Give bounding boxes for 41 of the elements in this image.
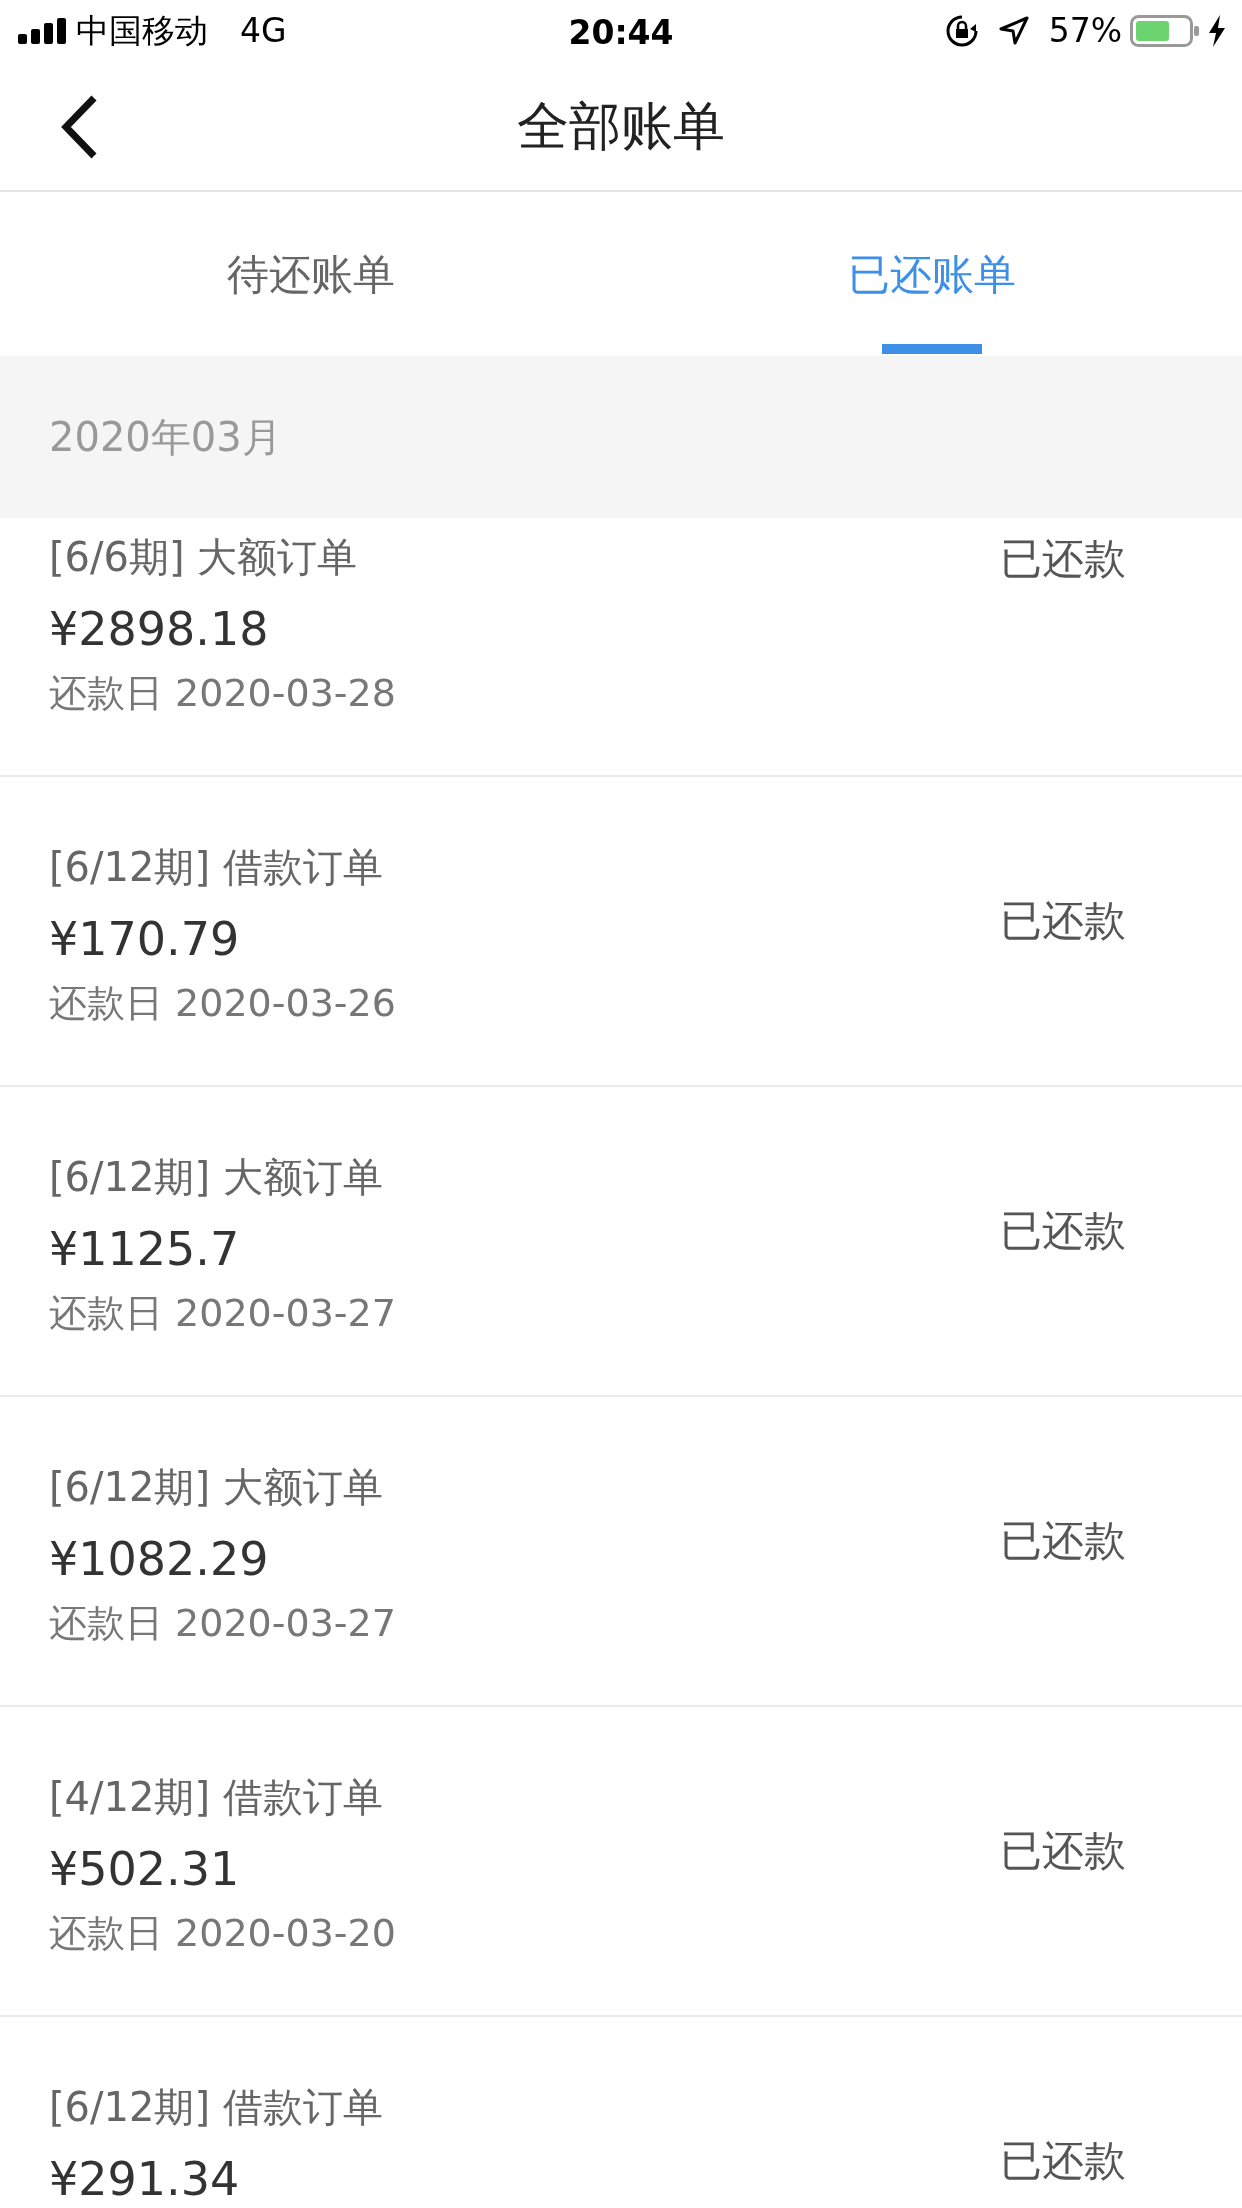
battery-percent: 57%	[1048, 10, 1122, 53]
bill-row[interactable]: [6/12期] 大额订单 ¥1082.29 还款日 2020-03-27 已还款	[0, 1397, 1242, 1707]
bill-amount: ¥502.31	[49, 1841, 241, 1898]
bill-amount: ¥1082.29	[49, 1531, 270, 1588]
bill-title: [4/12期] 借款订单	[49, 1773, 384, 1822]
due-date: 还款日 2020-03-27	[49, 1290, 396, 1337]
bill-amount: ¥2898.18	[49, 601, 270, 658]
bill-status: 已还款	[1000, 895, 1126, 947]
due-date: 还款日 2020-03-20	[49, 1910, 396, 1957]
bill-row[interactable]: [4/12期] 借款订单 ¥502.31 还款日 2020-03-20 已还款	[0, 1707, 1242, 2017]
bill-status: 已还款	[1000, 1515, 1126, 1567]
month-header: 2020年03月	[49, 413, 282, 462]
bill-title: [6/12期] 大额订单	[49, 1463, 384, 1512]
bill-amount: ¥170.79	[49, 911, 241, 968]
location-icon	[998, 16, 1029, 46]
page-title: 全部账单	[517, 95, 725, 158]
bill-amount: ¥291.34	[49, 2151, 241, 2208]
bill-row[interactable]: [6/12期] 借款订单 ¥291.34 已还款	[0, 2017, 1242, 2208]
bill-row[interactable]: [6/12期] 借款订单 ¥170.79 还款日 2020-03-26 已还款	[0, 777, 1242, 1087]
due-date: 还款日 2020-03-27	[49, 1600, 396, 1647]
bill-title: [6/12期] 借款订单	[49, 2083, 383, 2132]
battery-icon	[1130, 15, 1200, 47]
carrier-name: 中国移动	[76, 10, 208, 53]
tab[interactable]: 待还账单	[0, 192, 621, 356]
bill-status: 已还款	[1000, 533, 1126, 585]
bill-row[interactable]: [6/12期] 大额订单 ¥1125.7 还款日 2020-03-27 已还款	[0, 1087, 1242, 1397]
bill-status: 已还款	[1000, 1825, 1126, 1877]
network-type: 4G	[240, 10, 287, 53]
bill-title: [6/6期] 大额订单	[49, 533, 359, 582]
bill-status: 已还款	[1000, 1205, 1126, 1257]
bill-title: [6/12期] 大额订单	[49, 1153, 384, 1202]
due-date: 还款日 2020-03-28	[49, 670, 396, 717]
bill-status: 已还款	[1000, 2135, 1126, 2187]
clock-time: 20:44	[568, 12, 674, 54]
bill-row[interactable]: [6/6期] 大额订单 ¥2898.18 还款日 2020-03-28 已还款	[0, 518, 1242, 777]
due-date: 还款日 2020-03-26	[49, 980, 396, 1027]
signal-icon	[18, 18, 68, 44]
bill-title: [6/12期] 借款订单	[49, 843, 384, 892]
charging-icon	[1208, 15, 1226, 47]
bill-amount: ¥1125.7	[49, 1221, 241, 1278]
rotation-lock-icon	[944, 14, 979, 48]
